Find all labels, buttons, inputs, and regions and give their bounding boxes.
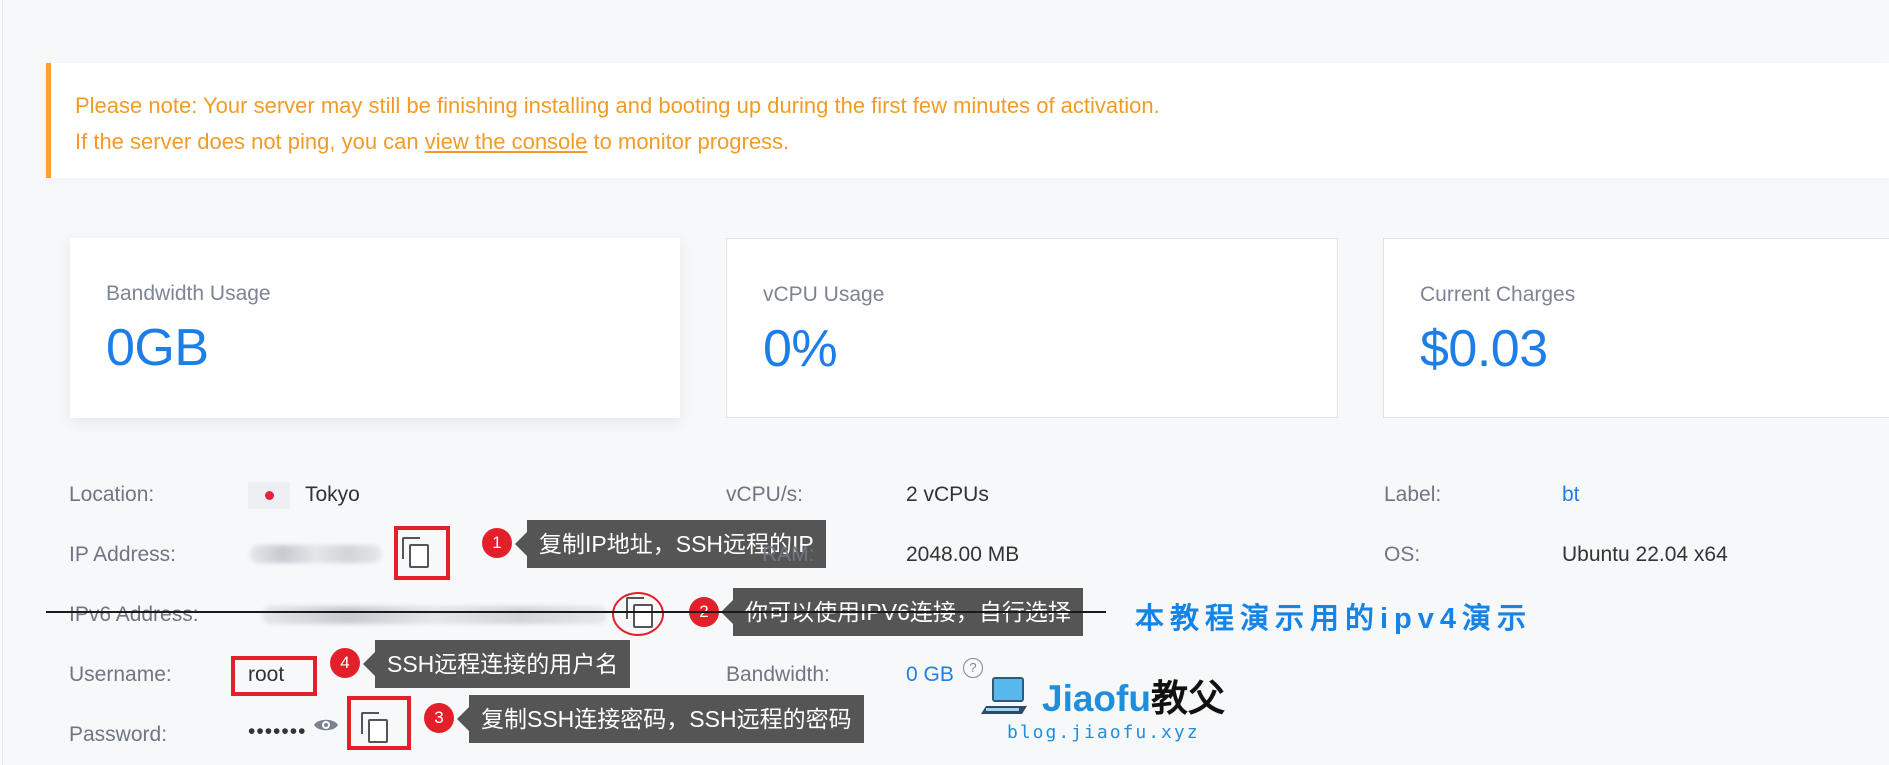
vcpu-usage-card: vCPU Usage 0% [726, 238, 1338, 418]
annotation-tooltip-4: SSH远程连接的用户名 [362, 640, 631, 688]
vcpu-usage-label: vCPU Usage [763, 283, 885, 306]
ipv6-address-redacted [262, 606, 607, 624]
show-password-eye-icon[interactable] [313, 716, 339, 734]
notice-line-2-suffix: to monitor progress. [587, 129, 790, 154]
annotation-badge-4: 4 [330, 648, 360, 678]
ipv6-address-label: IPv6 Address: [69, 603, 199, 626]
username-label: Username: [69, 663, 172, 686]
annotation-badge-3: 3 [424, 703, 454, 733]
current-charges-card: Current Charges $0.03 [1383, 238, 1889, 418]
annotation-tooltip-3: 复制SSH连接密码，SSH远程的密码 [457, 695, 864, 743]
password-label: Password: [69, 723, 168, 746]
ram-value: 2048.00 MB [906, 543, 1020, 566]
username-value: root [248, 663, 285, 686]
location-value: Tokyo [305, 483, 360, 506]
page-left-border [2, 0, 3, 765]
activation-notice: Please note: Your server may still be fi… [46, 63, 1889, 178]
view-console-link[interactable]: view the console [425, 129, 588, 154]
os-value: Ubuntu 22.04 x64 [1562, 543, 1728, 566]
notice-line-2-prefix: If the server does not ping, you can [75, 129, 425, 154]
os-label: OS: [1384, 543, 1421, 566]
vcpus-value: 2 vCPUs [906, 483, 989, 506]
server-label-value[interactable]: bt [1562, 483, 1580, 507]
notice-line-2: If the server does not ping, you can vie… [75, 124, 1889, 160]
location-label: Location: [69, 483, 155, 506]
brand-site-url: blog.jiaofu.xyz [1007, 722, 1200, 743]
laptop-icon [981, 677, 1027, 714]
ipv4-demo-note: 本教程演示用的ipv4演示 [1135, 603, 1533, 635]
brand-name-en: Jiaofu [1042, 678, 1151, 719]
annotation-box-copy-password [347, 696, 411, 750]
bandwidth-value: 0 GB [906, 663, 954, 686]
bandwidth-usage-label: Bandwidth Usage [106, 282, 271, 305]
bandwidth-usage-value: 0GB [106, 319, 209, 377]
current-charges-value: $0.03 [1420, 320, 1548, 378]
ip-address-label: IP Address: [69, 543, 177, 566]
password-masked-value: ••••••• [248, 720, 307, 743]
brand-name-cn: 教父 [1150, 678, 1225, 719]
strike-through-line [46, 611, 1106, 613]
jiaofu-brand-watermark: Jiaofu教父 blog.jiaofu.xyz [980, 660, 1230, 760]
current-charges-label: Current Charges [1420, 283, 1576, 306]
ram-label: RAM: [762, 543, 815, 566]
annotation-circle-copy-ipv6 [612, 592, 664, 636]
annotation-badge-1: 1 [482, 528, 512, 558]
ip-address-redacted [250, 545, 382, 563]
vcpu-usage-value: 0% [763, 320, 838, 378]
server-label-label: Label: [1384, 483, 1442, 506]
annotation-box-copy-ip [394, 526, 450, 580]
vcpus-label: vCPU/s: [726, 483, 804, 506]
notice-line-1: Please note: Your server may still be fi… [75, 93, 1160, 118]
bandwidth-usage-card: Bandwidth Usage 0GB [70, 238, 680, 418]
bandwidth-label: Bandwidth: [726, 663, 830, 686]
brand-name: Jiaofu教父 [1042, 668, 1225, 722]
flag-japan-icon [248, 482, 290, 509]
